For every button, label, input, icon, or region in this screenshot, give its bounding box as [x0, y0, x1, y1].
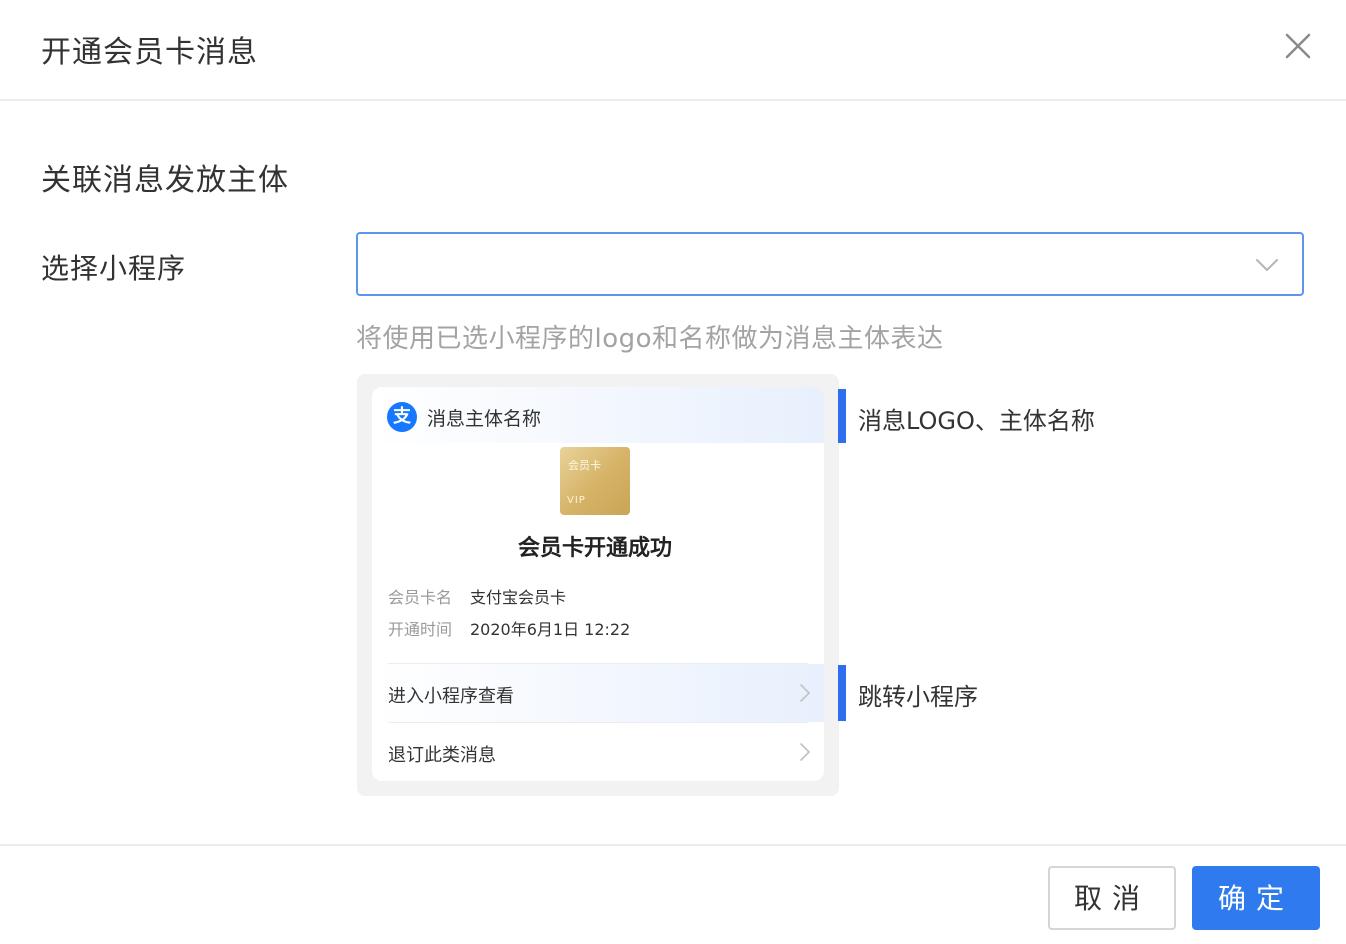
unsubscribe-row[interactable]: 退订此类消息	[388, 723, 824, 781]
row-label: 进入小程序查看	[388, 686, 514, 707]
card-title: 会员卡开通成功	[517, 536, 672, 561]
sender-name: 消息主体名称	[427, 408, 542, 430]
mini-program-label: 选择小程序	[41, 252, 187, 285]
message-card: 支 消息主体名称 会员卡 VIP 会员卡开通成功 会员卡名 支付宝会员卡 开通时…	[372, 387, 824, 781]
cancel-button[interactable]: 取消	[1048, 866, 1176, 930]
logo-annotation: 消息LOGO、主体名称	[858, 407, 1095, 435]
logo-marker	[838, 389, 846, 443]
section-title: 关联消息发放主体	[41, 163, 289, 198]
chevron-down-icon	[1254, 254, 1280, 276]
mini-program-select[interactable]	[356, 232, 1304, 296]
close-icon[interactable]	[1282, 30, 1314, 62]
detail-value-card-name: 支付宝会员卡	[470, 588, 567, 607]
row-label: 退订此类消息	[388, 745, 496, 766]
message-preview: 支 消息主体名称 会员卡 VIP 会员卡开通成功 会员卡名 支付宝会员卡 开通时…	[357, 374, 839, 796]
alipay-icon: 支	[387, 402, 417, 432]
dialog-header: 开通会员卡消息	[0, 0, 1346, 101]
footer-divider	[0, 844, 1346, 846]
detail-key-open-time: 开通时间	[388, 620, 453, 639]
detail-key-card-name: 会员卡名	[388, 588, 453, 607]
dialog-title: 开通会员卡消息	[41, 35, 258, 70]
select-hint: 将使用已选小程序的logo和名称做为消息主体表达	[356, 324, 944, 354]
confirm-button[interactable]: 确定	[1192, 866, 1320, 930]
vip-card-text: VIP	[567, 495, 586, 506]
vip-card-image: 会员卡 VIP	[560, 447, 630, 515]
vip-card-label: 会员卡	[568, 459, 601, 472]
detail-value-open-time: 2020年6月1日 12:22	[470, 620, 631, 639]
jump-annotation: 跳转小程序	[858, 683, 978, 711]
enter-mini-program-row[interactable]: 进入小程序查看	[372, 664, 824, 722]
chevron-right-icon	[800, 743, 810, 761]
jump-marker	[838, 665, 846, 721]
chevron-right-icon	[800, 684, 810, 702]
